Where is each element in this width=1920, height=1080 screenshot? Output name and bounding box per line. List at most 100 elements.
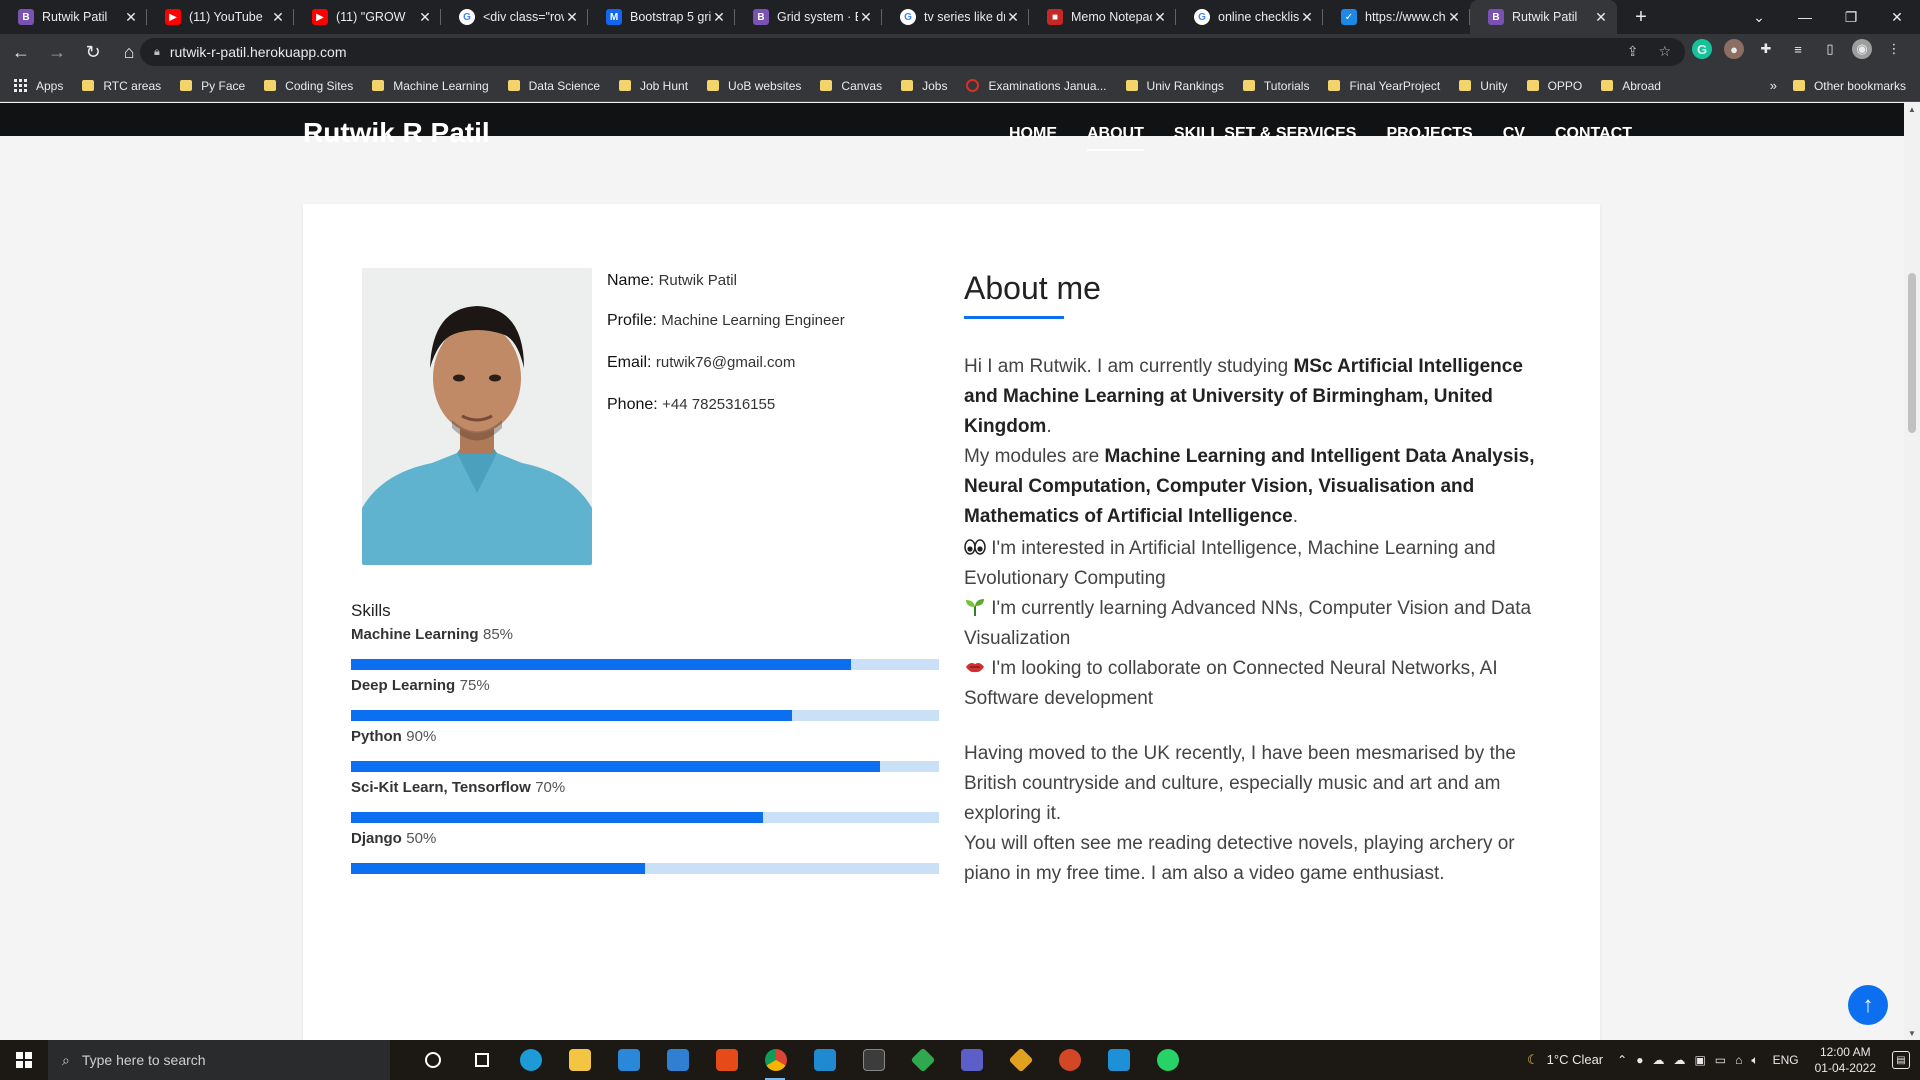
cloud-icon[interactable]: ☁	[1673, 1053, 1685, 1068]
nav-link-cv[interactable]: CV	[1503, 125, 1525, 143]
teams-icon[interactable]	[947, 1040, 996, 1080]
forward-icon[interactable]: →	[42, 37, 72, 67]
browser-tab[interactable]: ✓ https://www.che ✕	[1323, 0, 1470, 34]
bookmark-item[interactable]: RTC areas	[82, 79, 161, 93]
scroll-down-arrow-icon[interactable]: ▼	[1908, 1029, 1916, 1038]
bookmark-item[interactable]: Jobs	[901, 79, 947, 93]
nav-link-contact[interactable]: CONTACT	[1555, 125, 1632, 143]
browser-tab[interactable]: B Grid system · Bo✕	[735, 0, 882, 34]
url-text[interactable]: rutwik-r-patil.herokuapp.com	[170, 44, 347, 60]
back-icon[interactable]: ←	[6, 37, 36, 67]
close-tab-icon[interactable]: ✕	[1152, 9, 1168, 26]
file-explorer-icon[interactable]	[555, 1040, 604, 1080]
network-icon[interactable]: ⌂	[1735, 1053, 1742, 1068]
close-tab-icon[interactable]: ✕	[858, 9, 874, 26]
task-view-icon[interactable]	[457, 1040, 506, 1080]
site-brand[interactable]: Rutwik R Patil	[303, 117, 490, 149]
scrollbar-thumb[interactable]	[1908, 273, 1916, 433]
new-tab-button[interactable]: +	[1625, 6, 1657, 29]
bookmark-item[interactable]: Canvas	[820, 79, 882, 93]
bookmark-item[interactable]: Tutorials	[1242, 79, 1309, 93]
clock[interactable]: 12:00 AM 01-04-2022	[1815, 1044, 1876, 1076]
language-indicator[interactable]: ENG	[1773, 1053, 1799, 1067]
battery-icon[interactable]: ▭	[1715, 1053, 1726, 1068]
cortana-icon[interactable]	[408, 1040, 457, 1080]
whatsapp-icon[interactable]	[1143, 1040, 1192, 1080]
bookmark-item[interactable]: Machine Learning	[372, 79, 489, 93]
close-tab-icon[interactable]: ✕	[1005, 9, 1021, 26]
scroll-up-arrow-icon[interactable]: ▲	[1908, 105, 1916, 114]
restore-button[interactable]: ❐	[1828, 0, 1874, 34]
browser-tab[interactable]: ▶ (11) "GROW ✕	[294, 0, 441, 34]
browser-menu-icon[interactable]: ⋮	[1884, 39, 1904, 59]
close-tab-icon[interactable]: ✕	[564, 9, 580, 26]
grammarly-icon[interactable]: G	[1692, 39, 1712, 59]
taskbar-search-box[interactable]: ⌕ Type here to search	[48, 1040, 390, 1080]
windows-start-icon[interactable]	[0, 1040, 48, 1080]
scroll-to-top-button[interactable]: ↑	[1848, 985, 1888, 1025]
edge-icon[interactable]	[506, 1040, 555, 1080]
extension-avatar-icon[interactable]: ●	[1724, 39, 1744, 59]
browser-tab[interactable]: B Rutwik Patil ✕	[1470, 0, 1617, 34]
nav-link-projects[interactable]: PROJECTS	[1386, 125, 1472, 143]
bookmark-item[interactable]: Final YearProject	[1328, 79, 1440, 93]
browser-tab[interactable]: G <div class="row ✕	[441, 0, 588, 34]
tab-search-icon[interactable]: ⌄	[1736, 0, 1782, 34]
sourcetree-icon[interactable]	[996, 1040, 1045, 1080]
powerpoint-icon[interactable]	[1045, 1040, 1094, 1080]
mail-icon[interactable]	[653, 1040, 702, 1080]
bookmark-item[interactable]: Coding Sites	[264, 79, 353, 93]
chevron-up-icon[interactable]: ⌃	[1617, 1053, 1627, 1068]
nav-link-about[interactable]: ABOUT	[1087, 125, 1144, 151]
browser-tab[interactable]: ■ Memo Notepad ✕	[1029, 0, 1176, 34]
nav-link-skill-set-services[interactable]: SKILL SET & SERVICES	[1174, 125, 1357, 143]
close-tab-icon[interactable]: ✕	[1299, 9, 1315, 26]
media-queue-icon[interactable]: ≡	[1788, 39, 1808, 59]
close-tab-icon[interactable]: ✕	[417, 9, 433, 26]
lock-icon[interactable]: 🔒︎	[154, 46, 160, 59]
close-tab-icon[interactable]: ✕	[1593, 9, 1609, 26]
extensions-puzzle-icon[interactable]: ✚	[1756, 39, 1776, 59]
bookmark-item[interactable]: Univ Rankings	[1125, 79, 1224, 93]
bookmark-item[interactable]: OPPO	[1526, 79, 1582, 93]
bookmark-item[interactable]: Examinations Janua...	[966, 79, 1107, 93]
onedrive-icon[interactable]: ☁	[1652, 1053, 1664, 1068]
bookmark-item[interactable]: UoB websites	[707, 79, 801, 93]
bookmark-item[interactable]: Abroad	[1601, 79, 1661, 93]
notification-icon[interactable]: ▤	[1892, 1051, 1910, 1069]
close-tab-icon[interactable]: ✕	[123, 9, 139, 26]
bookmark-item[interactable]: Data Science	[507, 79, 600, 93]
side-panel-icon[interactable]: ▯	[1820, 39, 1840, 59]
share-icon[interactable]: ⇪	[1627, 43, 1639, 60]
close-tab-icon[interactable]: ✕	[270, 9, 286, 26]
close-tab-icon[interactable]: ✕	[711, 9, 727, 26]
meet-now-icon[interactable]: ●	[1636, 1053, 1643, 1068]
media-player-icon[interactable]	[1094, 1040, 1143, 1080]
bookmark-item[interactable]: Unity	[1459, 79, 1508, 93]
close-window-button[interactable]: ✕	[1874, 0, 1920, 34]
page-scrollbar[interactable]: ▲ ▼	[1904, 103, 1920, 1040]
git-kraken-icon[interactable]	[898, 1040, 947, 1080]
browser-tab[interactable]: Gonline checklist ✕	[1176, 0, 1323, 34]
browser-tab[interactable]: B Rutwik Patil ✕	[0, 0, 147, 34]
bookmark-item[interactable]: Py Face	[180, 79, 245, 93]
profile-avatar-icon[interactable]: ◉	[1852, 39, 1872, 59]
chrome-icon[interactable]	[751, 1040, 800, 1080]
microsoft-store-icon[interactable]	[604, 1040, 653, 1080]
browser-tab[interactable]: ▶ (11) YouTube ✕	[147, 0, 294, 34]
bookmark-star-icon[interactable]: ☆	[1658, 43, 1671, 60]
weather-widget[interactable]: ☾ 1°C Clear	[1527, 1052, 1603, 1068]
close-tab-icon[interactable]: ✕	[1446, 9, 1462, 26]
bookmark-item[interactable]: Apps	[14, 79, 63, 93]
vscode-icon[interactable]	[800, 1040, 849, 1080]
bookmark-item[interactable]: Job Hunt	[619, 79, 688, 93]
volume-icon[interactable]: 🔈︎	[1751, 1053, 1758, 1068]
display-icon[interactable]: ▣	[1694, 1053, 1705, 1068]
reload-icon[interactable]: ↻	[78, 37, 108, 67]
office-icon[interactable]	[702, 1040, 751, 1080]
address-bar[interactable]: 🔒︎ rutwik-r-patil.herokuapp.com ⇪ ☆	[140, 38, 1685, 66]
other-bookmarks-folder[interactable]: Other bookmarks	[1792, 79, 1906, 93]
browser-tab[interactable]: M Bootstrap 5 grid ✕	[588, 0, 735, 34]
terminal-icon[interactable]	[849, 1040, 898, 1080]
nav-link-home[interactable]: HOME	[1009, 125, 1057, 143]
